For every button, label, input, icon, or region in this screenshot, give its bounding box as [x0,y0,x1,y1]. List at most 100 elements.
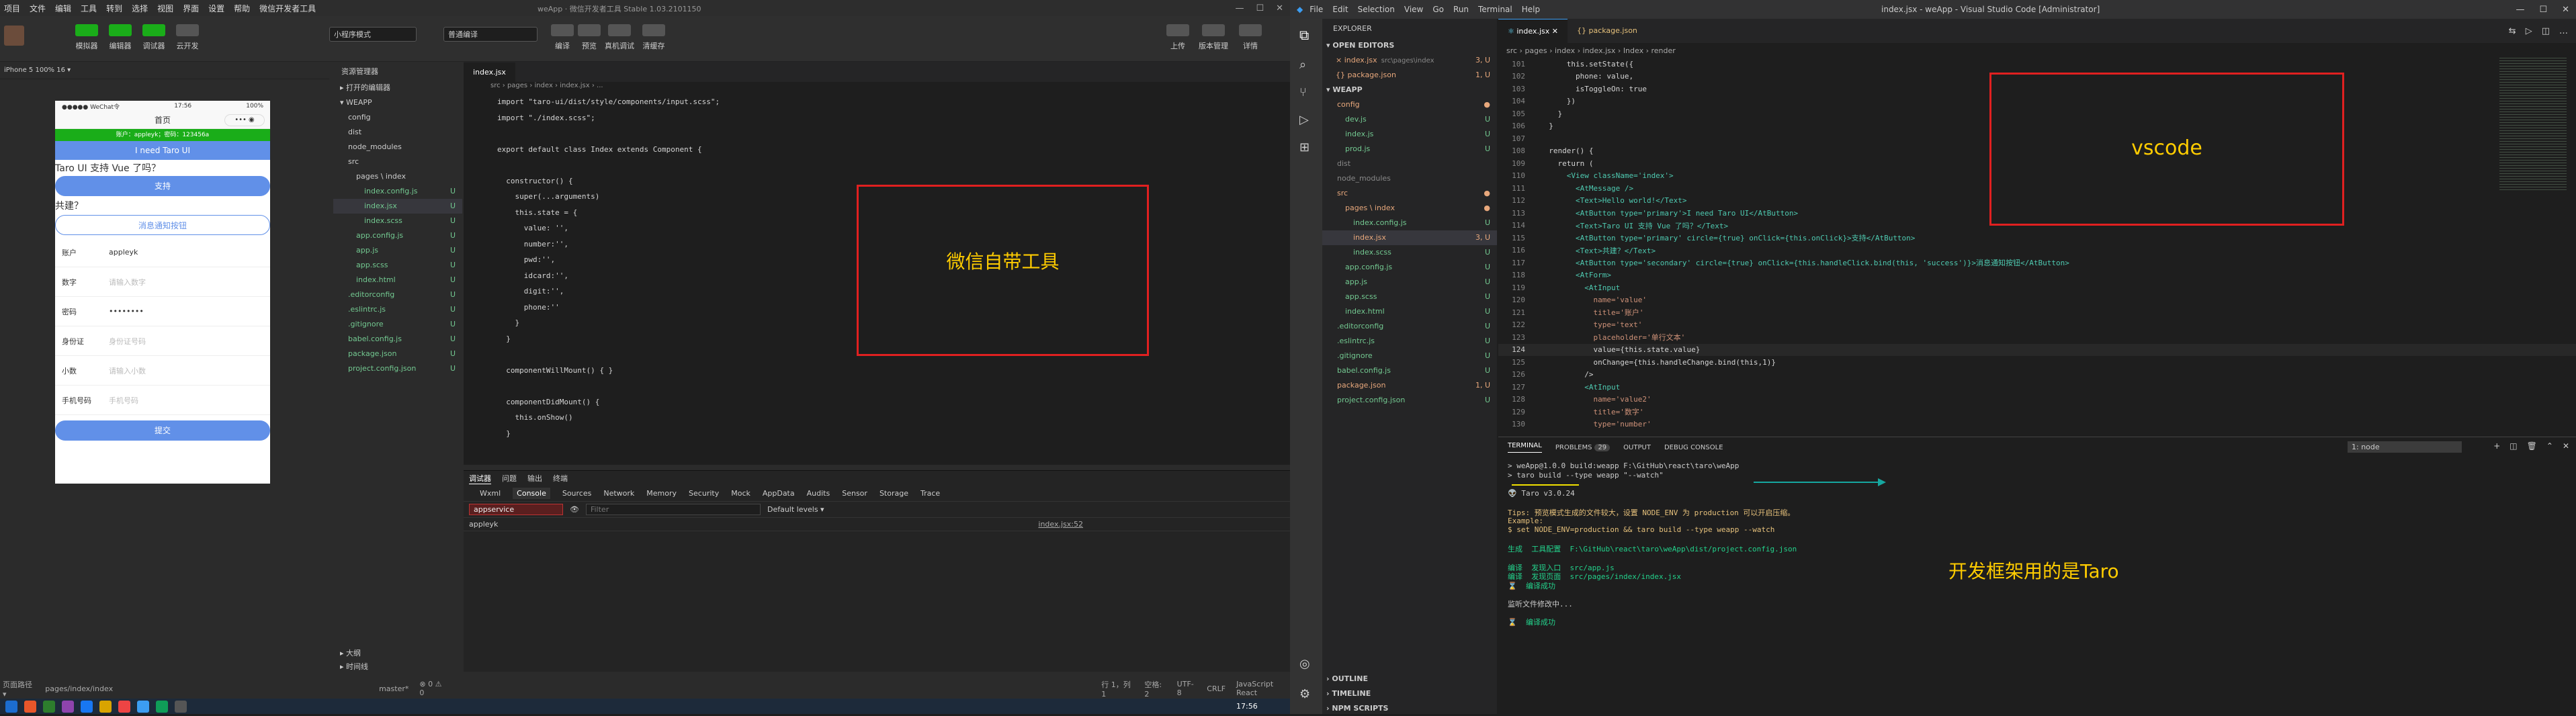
panel-tab[interactable]: DEBUG CONSOLE [1664,444,1723,451]
tree-item[interactable]: dev.js U [1322,112,1497,127]
debug-tab[interactable]: 问题 [502,473,517,484]
tree-item[interactable]: pages \ index ● [1322,201,1497,216]
debug-subtab[interactable]: Console [513,488,550,499]
tab-index-jsx[interactable]: ⚛ index.jsx ✕ [1498,19,1568,43]
files-icon[interactable]: ⧉ [1290,19,1322,51]
page-path-label[interactable]: 页面路径 ▾ [3,679,34,699]
wx-menu-item[interactable]: 文件 [30,3,46,14]
vs-menu-item[interactable]: Help [1522,5,1540,14]
wx-menu-item[interactable]: 视图 [157,3,173,14]
tree-item[interactable]: package.json 1, U [1322,378,1497,393]
context-select[interactable]: appservice [469,504,563,515]
taskbar-app-icon[interactable] [24,700,36,713]
tree-item[interactable]: index.html U [1322,304,1497,319]
form-field[interactable]: 密码 •••••••• [55,297,270,326]
run-icon[interactable]: ▷ [1290,106,1322,134]
preview-button[interactable]: 预览 [578,24,601,51]
line-ending[interactable]: CRLF [1207,684,1226,693]
debug-subtab[interactable]: Security [689,489,719,498]
compile-select[interactable]: 普通编译 [443,27,538,42]
upload-button[interactable]: 上传 [1166,24,1189,51]
device-select[interactable]: iPhone 5 100% 16 ▾ [4,66,71,74]
outline-section[interactable]: ▸ 大纲 [333,646,361,661]
panel-tab[interactable]: PROBLEMS 29 [1555,443,1611,451]
tree-item[interactable]: node_modules [333,140,462,154]
vs-menu-item[interactable]: Edit [1332,5,1348,14]
taskbar-app-icon[interactable] [99,700,112,713]
tab-package-json[interactable]: {} package.json [1568,19,1647,43]
debug-subtab[interactable]: Sources [562,489,592,498]
debug-subtab[interactable]: Audits [807,489,830,498]
wx-menu-item[interactable]: 项目 [4,3,20,14]
taskbar-app-icon[interactable] [62,700,74,713]
tree-item[interactable]: app.config.js U [333,228,462,243]
capsule-menu[interactable]: ••• ◉ [224,114,265,126]
tree-item[interactable]: index.scss U [1322,245,1497,260]
field-value[interactable]: •••••••• [109,307,144,316]
eye-icon[interactable]: 👁 [570,505,579,514]
taskbar-app-icon[interactable] [43,700,55,713]
close-icon[interactable]: ✕ [2563,441,2569,451]
tree-item[interactable]: index.jsx 3, U [1322,230,1497,245]
debug-subtab[interactable]: Wxml [480,489,501,498]
tree-item[interactable]: prod.js U [1322,142,1497,156]
debug-tab[interactable]: 输出 [527,473,542,484]
vs-menu-item[interactable]: Run [1453,5,1469,14]
editor-button[interactable]: 编辑器 [109,24,132,51]
console-source-link[interactable]: index.jsx:52 [1038,520,1083,529]
compare-icon[interactable]: ⇆ [2509,26,2516,36]
tree-item[interactable]: pages \ index [333,169,462,184]
add-terminal-icon[interactable]: + [2493,441,2500,451]
tree-item[interactable]: index.config.js U [333,184,462,199]
tree-item[interactable]: src [333,154,462,169]
open-editors-header[interactable]: ▾ OPEN EDITORS [1322,38,1497,53]
form-field[interactable]: 手机号码 手机号码 [55,386,270,415]
minimap[interactable] [2499,58,2567,192]
vs-menu-item[interactable]: Terminal [1478,5,1512,14]
levels-select[interactable]: Default levels ▾ [767,505,824,514]
tree-item[interactable]: config [333,110,462,125]
support-button[interactable]: 支持 [55,176,270,196]
open-editor-item[interactable]: {} package.json 1, U [1322,68,1497,83]
tree-item[interactable]: babel.config.js U [333,332,462,347]
wx-menu-item[interactable]: 编辑 [55,3,71,14]
indentation[interactable]: 空格: 2 [1144,679,1166,699]
debug-subtab[interactable]: Trace [920,489,940,498]
taskbar-app-icon[interactable] [175,700,187,713]
clearcache-button[interactable]: 清缓存 [642,24,665,51]
tree-item[interactable]: node_modules [1322,171,1497,186]
maximize-icon[interactable]: ☐ [1256,3,1264,13]
debug-tab[interactable]: 终端 [553,473,568,484]
source-control-icon[interactable]: ⑂ [1290,79,1322,106]
tree-item[interactable]: babel.config.js U [1322,363,1497,378]
more-icon[interactable]: … [2559,26,2568,36]
wx-menu-item[interactable]: 帮助 [234,3,250,14]
wx-menu-item[interactable]: 转到 [106,3,122,14]
mode-select[interactable]: 小程序模式 [329,27,417,42]
debug-tab[interactable]: 调试器 [469,473,491,484]
play-icon[interactable]: ▷ [2526,26,2532,36]
vs-menu-item[interactable]: File [1310,5,1323,14]
version-button[interactable]: 版本管理 [1199,24,1228,51]
tree-item[interactable]: app.scss U [1322,289,1497,304]
tree-item[interactable]: .eslintrc.js U [1322,334,1497,349]
tree-item[interactable]: config ● [1322,97,1497,112]
taskbar-app-icon[interactable] [5,700,17,713]
vs-menu-item[interactable]: Go [1432,5,1444,14]
encoding[interactable]: UTF-8 [1177,680,1197,697]
git-branch[interactable]: master* [379,684,409,693]
tree-item[interactable]: app.scss U [333,258,462,273]
field-placeholder[interactable]: 请输入小数 [109,365,146,376]
taskbar-app-icon[interactable] [81,700,93,713]
field-placeholder[interactable]: 手机号码 [109,395,138,406]
message-notify-button[interactable]: 消息通知按钮 [55,215,270,235]
tree-item[interactable]: index.jsx U [333,199,462,214]
tree-item[interactable]: package.json U [333,347,462,361]
cloud-button[interactable]: 云开发 [176,24,199,51]
tree-item[interactable]: index.config.js U [1322,216,1497,230]
chevron-up-icon[interactable]: ⌃ [2546,441,2553,451]
project-root[interactable]: ▾ WEAPP [333,95,462,110]
tree-item[interactable]: .editorconfig U [1322,319,1497,334]
wx-menu-item[interactable]: 微信开发者工具 [259,3,316,14]
console-filter[interactable]: Filter [585,504,761,515]
